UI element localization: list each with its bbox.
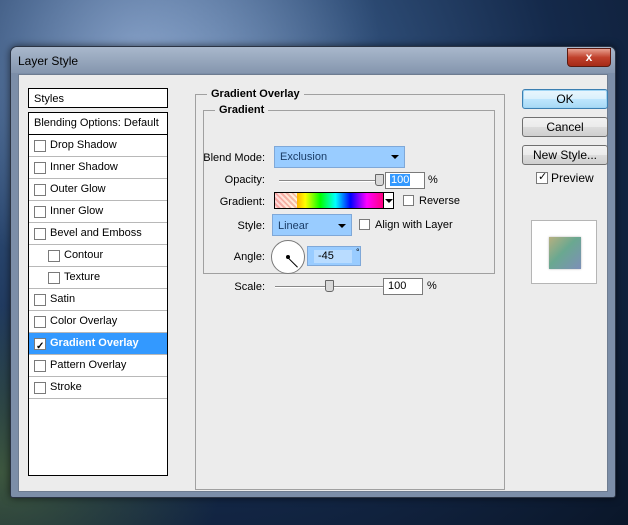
style-item-label: Stroke <box>50 381 82 393</box>
blend-mode-value: Exclusion <box>280 151 328 163</box>
checkmark-icon: ✓ <box>538 171 548 183</box>
gradient-group-title: Gradient <box>215 104 269 116</box>
style-item-blending-options-default[interactable]: Blending Options: Default <box>29 113 167 135</box>
style-item-label: Contour <box>64 249 104 261</box>
align-with-layer-checkbox[interactable] <box>359 219 370 230</box>
dialog-client: Styles Blending Options: Default Drop Sha… <box>18 74 608 492</box>
chevron-down-icon <box>391 155 399 159</box>
angle-label: Angle: <box>233 251 265 263</box>
style-item-pattern-overlay[interactable]: Pattern Overlay <box>29 355 167 377</box>
style-item-inner-shadow[interactable]: Inner Shadow <box>29 157 167 179</box>
style-item-checkbox[interactable] <box>34 140 46 152</box>
preview-box <box>531 220 597 284</box>
scale-label: Scale: <box>234 281 265 293</box>
opacity-value: 100 <box>390 174 411 186</box>
angle-dial[interactable] <box>271 240 305 274</box>
style-item-label: Blending Options: Default <box>34 117 159 129</box>
style-item-inner-glow[interactable]: Inner Glow <box>29 201 167 223</box>
gradient-label: Gradient: <box>219 196 265 208</box>
opacity-input[interactable]: 100 <box>385 172 425 189</box>
close-button[interactable]: x <box>567 48 611 67</box>
style-item-checkbox[interactable] <box>34 316 46 328</box>
style-item-label: Color Overlay <box>50 315 118 327</box>
title-bar[interactable]: Layer Style x <box>11 47 615 73</box>
style-item-checkbox[interactable] <box>34 294 46 306</box>
scale-unit: % <box>427 280 437 292</box>
style-item-checkbox[interactable] <box>34 184 46 196</box>
style-item-contour[interactable]: Contour <box>29 245 167 267</box>
angle-input[interactable]: -45 <box>314 250 352 263</box>
gradient-picker-arrow[interactable] <box>383 192 394 209</box>
scale-input[interactable]: 100 <box>383 278 423 295</box>
style-item-stroke[interactable]: Stroke <box>29 377 167 399</box>
style-item-label: Texture <box>64 271 101 283</box>
blend-mode-label: Blend Mode: <box>203 152 265 164</box>
style-value: Linear <box>278 220 309 232</box>
align-with-layer-label: Align with Layer <box>375 219 453 231</box>
style-item-checkbox[interactable] <box>34 206 46 218</box>
style-item-label: Inner Shadow <box>50 161 118 173</box>
cancel-button[interactable]: Cancel <box>522 117 608 137</box>
ok-button[interactable]: OK <box>522 89 608 109</box>
opacity-unit: % <box>428 174 438 186</box>
style-label: Style: <box>237 220 265 232</box>
style-item-bevel-and-emboss[interactable]: Bevel and Emboss <box>29 223 167 245</box>
style-item-checkbox[interactable] <box>48 272 60 284</box>
style-dropdown[interactable]: Linear <box>272 214 352 236</box>
opacity-label: Opacity: <box>224 174 265 186</box>
gradient-swatch[interactable] <box>274 192 384 209</box>
styles-header[interactable]: Styles <box>28 88 168 108</box>
style-item-checkbox[interactable] <box>34 162 46 174</box>
blend-mode-dropdown[interactable]: Exclusion <box>274 146 405 168</box>
chevron-down-icon <box>338 224 346 228</box>
layer-style-dialog: Layer Style x Styles Blending Options: D… <box>10 46 616 498</box>
transparency-checker <box>275 193 297 208</box>
style-item-label: Satin <box>50 293 76 305</box>
style-item-texture[interactable]: Texture <box>29 267 167 289</box>
style-item-satin[interactable]: Satin <box>29 289 167 311</box>
style-item-checkbox[interactable] <box>34 360 46 372</box>
style-item-color-overlay[interactable]: Color Overlay <box>29 311 167 333</box>
style-item-label: Inner Glow <box>50 205 104 217</box>
style-item-label: Drop Shadow <box>50 139 117 151</box>
style-item-checkbox[interactable] <box>34 336 46 357</box>
style-item-checkbox[interactable] <box>34 382 46 394</box>
style-item-outer-glow[interactable]: Outer Glow <box>29 179 167 201</box>
opacity-slider-thumb[interactable] <box>375 174 384 186</box>
reverse-checkbox[interactable] <box>403 195 414 206</box>
preview-checkbox[interactable]: ✓ <box>536 171 548 184</box>
new-style-button[interactable]: New Style... <box>522 145 608 165</box>
style-item-checkbox[interactable] <box>34 228 46 240</box>
preview-label: Preview <box>551 171 594 185</box>
angle-dial-center <box>286 255 290 259</box>
angle-unit: ° <box>356 247 360 257</box>
gradient-overlay-title: Gradient Overlay <box>207 88 304 100</box>
window-title: Layer Style <box>18 54 79 68</box>
style-item-gradient-overlay[interactable]: Gradient Overlay <box>29 333 167 357</box>
style-item-label: Outer Glow <box>50 183 106 195</box>
angle-input-box[interactable]: -45 <box>307 246 361 266</box>
style-item-label: Bevel and Emboss <box>50 227 142 239</box>
style-list: Blending Options: Default Drop Shadow Inne… <box>28 112 168 476</box>
style-item-label: Pattern Overlay <box>50 359 127 371</box>
style-item-checkbox[interactable] <box>48 250 60 262</box>
scale-slider-thumb[interactable] <box>325 280 334 292</box>
style-item-drop-shadow[interactable]: Drop Shadow <box>29 135 167 157</box>
opacity-slider-track[interactable] <box>279 180 379 182</box>
reverse-label: Reverse <box>419 195 460 207</box>
preview-swatch <box>549 237 581 269</box>
style-item-label: Gradient Overlay <box>50 337 139 349</box>
